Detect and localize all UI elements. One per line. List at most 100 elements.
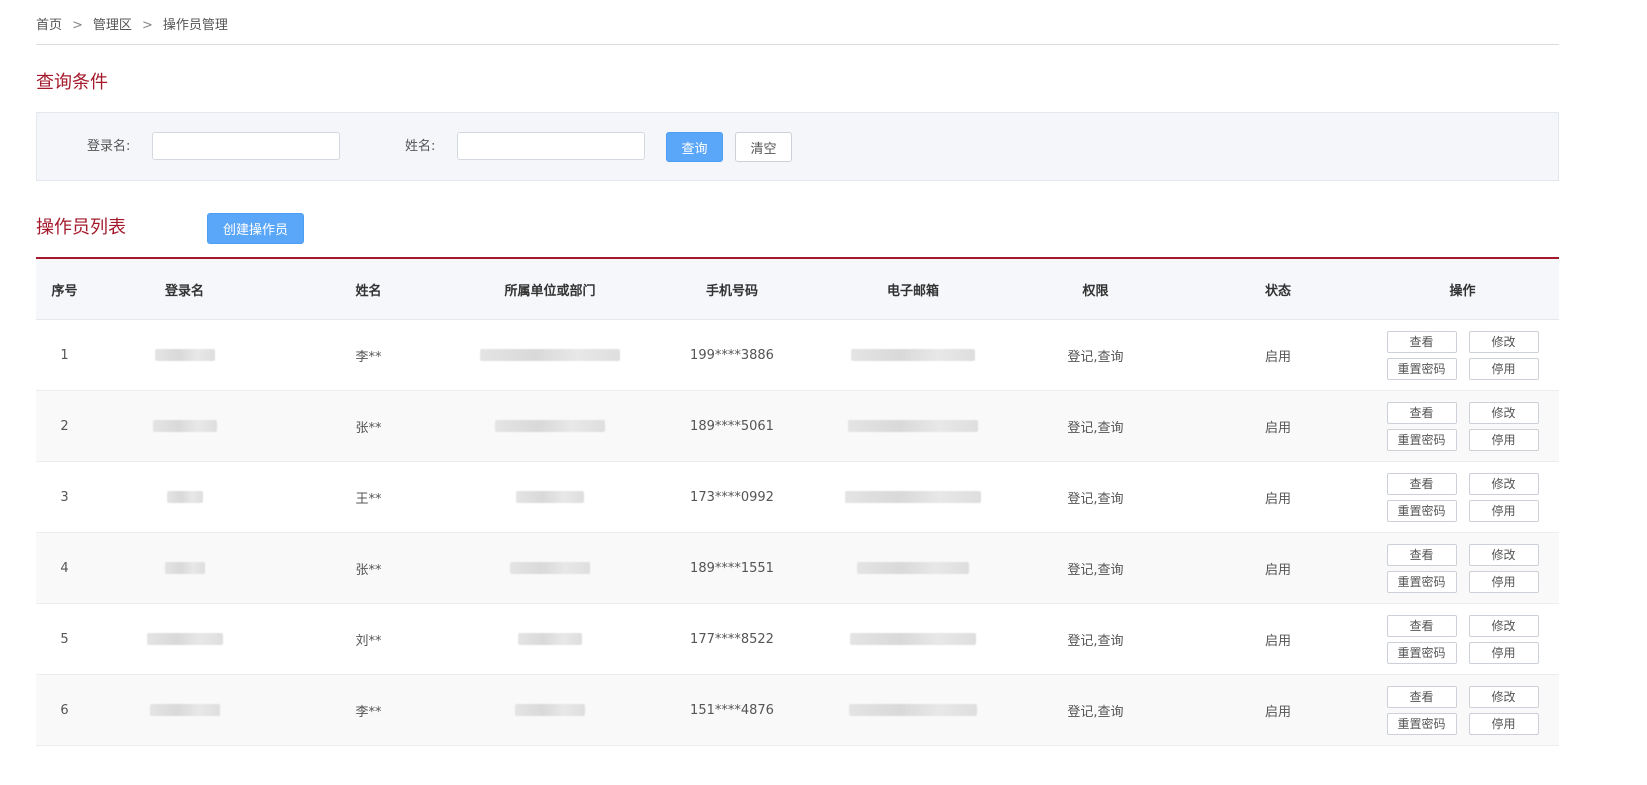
cell-actions: 查看 修改 重置密码 停用 — [1366, 461, 1559, 533]
list-section-title: 操作员列表 — [36, 217, 126, 238]
cell-index: 2 — [36, 390, 93, 462]
reset-password-button[interactable]: 重置密码 — [1386, 712, 1457, 735]
cell-email — [825, 461, 1001, 533]
search-button[interactable]: 查询 — [666, 132, 723, 162]
cell-phone: 189****1551 — [639, 532, 825, 604]
cell-actions: 查看 修改 重置密码 停用 — [1366, 532, 1559, 604]
cell-department — [461, 319, 639, 391]
cell-login-name — [93, 532, 276, 604]
cell-permission: 登记,查询 — [1001, 461, 1190, 533]
reset-password-button[interactable]: 重置密码 — [1386, 499, 1457, 522]
redacted-email — [850, 633, 976, 645]
cell-status: 启用 — [1190, 319, 1366, 391]
redacted-login-name — [164, 562, 205, 574]
edit-button[interactable]: 修改 — [1468, 614, 1539, 637]
top-divider — [36, 44, 1559, 45]
redacted-login-name — [166, 491, 203, 503]
cell-index: 4 — [36, 532, 93, 604]
login-name-input[interactable] — [152, 132, 340, 160]
redacted-login-name — [146, 633, 223, 645]
column-header-phone: 手机号码 — [639, 259, 825, 320]
table-row: 3 王** 173****0992 登记,查询 启用 查看 修改 重置密码 停用 — [36, 461, 1559, 533]
cell-phone: 199****3886 — [639, 319, 825, 391]
view-button[interactable]: 查看 — [1386, 543, 1457, 566]
view-button[interactable]: 查看 — [1386, 401, 1457, 424]
cell-index: 6 — [36, 674, 93, 746]
redacted-email — [845, 491, 981, 503]
cell-login-name — [93, 461, 276, 533]
table-row: 4 张** 189****1551 登记,查询 启用 查看 修改 重置密码 停用 — [36, 532, 1559, 604]
cell-phone: 151****4876 — [639, 674, 825, 746]
column-header-permission: 权限 — [1001, 259, 1190, 320]
cell-name: 王** — [276, 461, 461, 533]
cell-login-name — [93, 390, 276, 462]
table-row: 2 张** 189****5061 登记,查询 启用 查看 修改 重置密码 停用 — [36, 390, 1559, 462]
name-label: 姓名: — [405, 139, 436, 154]
cell-login-name — [93, 319, 276, 391]
disable-button[interactable]: 停用 — [1468, 499, 1539, 522]
edit-button[interactable]: 修改 — [1468, 330, 1539, 353]
cell-status: 启用 — [1190, 390, 1366, 462]
breadcrumb-current: 操作员管理 — [162, 18, 228, 33]
cell-department — [461, 674, 639, 746]
breadcrumb-separator: > — [72, 18, 83, 33]
disable-button[interactable]: 停用 — [1468, 570, 1539, 593]
column-header-index: 序号 — [36, 259, 93, 320]
view-button[interactable]: 查看 — [1386, 330, 1457, 353]
disable-button[interactable]: 停用 — [1468, 641, 1539, 664]
cell-status: 启用 — [1190, 532, 1366, 604]
table-row: 1 李** 199****3886 登记,查询 启用 查看 修改 重置密码 停用 — [36, 319, 1559, 391]
reset-password-button[interactable]: 重置密码 — [1386, 570, 1457, 593]
cell-login-name — [93, 603, 276, 675]
cell-email — [825, 390, 1001, 462]
breadcrumb-home[interactable]: 首页 — [36, 16, 62, 36]
table-header-row: 序号 登录名 姓名 所属单位或部门 手机号码 电子邮箱 权限 状态 操作 — [36, 259, 1559, 320]
disable-button[interactable]: 停用 — [1468, 712, 1539, 735]
column-header-login-name: 登录名 — [93, 259, 276, 320]
cell-status: 启用 — [1190, 461, 1366, 533]
column-header-status: 状态 — [1190, 259, 1366, 320]
redacted-email — [851, 349, 975, 361]
cell-permission: 登记,查询 — [1001, 674, 1190, 746]
view-button[interactable]: 查看 — [1386, 614, 1457, 637]
cell-permission: 登记,查询 — [1001, 319, 1190, 391]
cell-department — [461, 461, 639, 533]
redacted-department — [516, 491, 584, 503]
cell-index: 3 — [36, 461, 93, 533]
redacted-department — [510, 562, 590, 574]
cell-name: 张** — [276, 390, 461, 462]
reset-password-button[interactable]: 重置密码 — [1386, 641, 1457, 664]
disable-button[interactable]: 停用 — [1468, 428, 1539, 451]
cell-actions: 查看 修改 重置密码 停用 — [1366, 390, 1559, 462]
cell-email — [825, 603, 1001, 675]
redacted-login-name — [149, 704, 220, 716]
clear-button[interactable]: 清空 — [735, 132, 792, 162]
cell-actions: 查看 修改 重置密码 停用 — [1366, 319, 1559, 391]
edit-button[interactable]: 修改 — [1468, 472, 1539, 495]
breadcrumb-admin-area[interactable]: 管理区 — [93, 16, 132, 36]
disable-button[interactable]: 停用 — [1468, 357, 1539, 380]
redacted-department — [495, 420, 605, 432]
query-section-title: 查询条件 — [36, 72, 108, 93]
redacted-email — [857, 562, 969, 574]
cell-department — [461, 532, 639, 604]
name-input[interactable] — [457, 132, 645, 160]
edit-button[interactable]: 修改 — [1468, 401, 1539, 424]
view-button[interactable]: 查看 — [1386, 472, 1457, 495]
table-row: 6 李** 151****4876 登记,查询 启用 查看 修改 重置密码 停用 — [36, 674, 1559, 746]
cell-phone: 173****0992 — [639, 461, 825, 533]
edit-button[interactable]: 修改 — [1468, 685, 1539, 708]
cell-department — [461, 603, 639, 675]
cell-actions: 查看 修改 重置密码 停用 — [1366, 674, 1559, 746]
column-header-email: 电子邮箱 — [825, 259, 1001, 320]
breadcrumb: 首页 > 管理区 > 操作员管理 — [36, 16, 228, 36]
view-button[interactable]: 查看 — [1386, 685, 1457, 708]
create-operator-button[interactable]: 创建操作员 — [207, 213, 304, 244]
reset-password-button[interactable]: 重置密码 — [1386, 357, 1457, 380]
reset-password-button[interactable]: 重置密码 — [1386, 428, 1457, 451]
cell-email — [825, 319, 1001, 391]
cell-status: 启用 — [1190, 674, 1366, 746]
cell-login-name — [93, 674, 276, 746]
breadcrumb-separator: > — [141, 18, 153, 33]
edit-button[interactable]: 修改 — [1468, 543, 1539, 566]
